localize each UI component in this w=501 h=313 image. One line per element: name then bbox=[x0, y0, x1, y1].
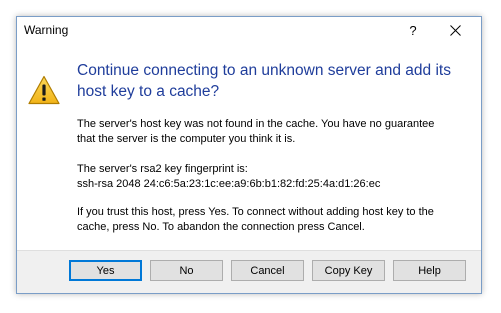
help-button[interactable]: Help bbox=[393, 260, 466, 281]
cancel-button[interactable]: Cancel bbox=[231, 260, 304, 281]
warning-dialog: Warning ? Continue connecting to an unkn… bbox=[16, 16, 482, 294]
instructions-line-1: If you trust this host, press Yes. To co… bbox=[77, 206, 434, 218]
close-icon bbox=[449, 25, 461, 36]
title-bar[interactable]: Warning ? bbox=[17, 17, 481, 44]
window-title: Warning bbox=[24, 23, 69, 37]
button-bar: Yes No Cancel Copy Key Help bbox=[17, 250, 481, 293]
instructions-line-2: cache, press No. To abandon the connecti… bbox=[77, 221, 365, 233]
main-instruction: Continue connecting to an unknown server… bbox=[77, 60, 472, 102]
fingerprint-label: The server's rsa2 key fingerprint is: bbox=[77, 163, 248, 175]
not-found-line-1: The server's host key was not found in t… bbox=[77, 118, 435, 130]
not-found-message: The server's host key was not found in t… bbox=[77, 117, 477, 147]
instruction-line-2: host key to a cache? bbox=[77, 83, 220, 100]
instruction-line-1: Continue connecting to an unknown server… bbox=[77, 62, 451, 79]
yes-button[interactable]: Yes bbox=[69, 260, 142, 281]
title-help-button[interactable]: ? bbox=[393, 17, 433, 44]
instructions-message: If you trust this host, press Yes. To co… bbox=[77, 205, 477, 235]
no-button[interactable]: No bbox=[150, 260, 223, 281]
not-found-line-2: that the server is the computer you thin… bbox=[77, 133, 296, 145]
fingerprint-value: ssh-rsa 2048 24:c6:5a:23:1c:ee:a9:6b:b1:… bbox=[77, 178, 381, 190]
title-close-button[interactable] bbox=[435, 17, 475, 44]
fingerprint-message: The server's rsa2 key fingerprint is: ss… bbox=[77, 162, 477, 192]
dialog-content: Continue connecting to an unknown server… bbox=[17, 44, 481, 250]
warning-triangle-icon bbox=[28, 75, 60, 105]
copy-key-button[interactable]: Copy Key bbox=[312, 260, 385, 281]
